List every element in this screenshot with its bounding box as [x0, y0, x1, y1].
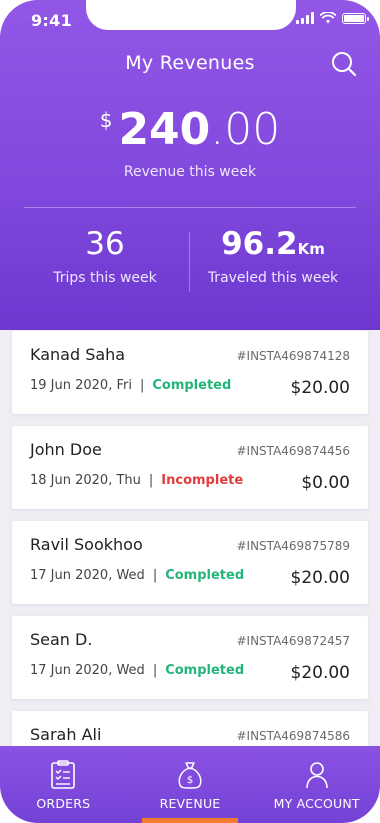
- search-icon[interactable]: [330, 50, 358, 78]
- meta-separator: |: [152, 663, 158, 678]
- trips-stat: 36 Trips this week: [40, 226, 170, 286]
- trip-card[interactable]: Sean D. #INSTA469872457 17 Jun 2020, Wed…: [12, 616, 368, 699]
- trip-card[interactable]: Ravil Sookhoo #INSTA469875789 17 Jun 202…: [12, 521, 368, 604]
- trip-order-id: #INSTA469874586: [236, 729, 350, 743]
- nav-revenue[interactable]: $ REVENUE: [127, 746, 254, 823]
- trip-order-id: #INSTA469874128: [236, 349, 350, 363]
- svg-text:$: $: [187, 775, 193, 786]
- trip-amount: $20.00: [290, 378, 350, 398]
- trip-date: 17 Jun 2020, Wed: [30, 568, 145, 583]
- distance-value: 96.2: [221, 226, 298, 262]
- weekly-revenue-amount: $240.00: [0, 104, 380, 155]
- trip-status: Completed: [152, 378, 232, 393]
- trips-label: Trips this week: [53, 270, 157, 286]
- meta-separator: |: [148, 473, 154, 488]
- battery-icon: [342, 12, 369, 24]
- revenue-label: Revenue this week: [123, 164, 257, 180]
- trip-date: 17 Jun 2020, Wed: [30, 663, 145, 678]
- revenue-header: 9:41 My Revenues $240.00 Revenue this we…: [0, 0, 380, 330]
- trip-order-id: #INSTA469875789: [236, 539, 350, 553]
- device-notch: [86, 0, 296, 30]
- trip-amount: $0.00: [301, 473, 350, 493]
- distance-stat: 96.2Km Traveled this week: [200, 226, 346, 286]
- trip-date: 18 Jun 2020, Thu: [30, 473, 141, 488]
- trip-meta: 18 Jun 2020, Thu | Incomplete: [30, 473, 243, 488]
- trip-order-id: #INSTA469874456: [236, 444, 350, 458]
- trip-customer-name: Sean D.: [30, 630, 93, 649]
- trip-amount: $20.00: [290, 568, 350, 588]
- stat-divider: [189, 232, 190, 292]
- trip-date: 19 Jun 2020, Fri: [30, 378, 132, 393]
- meta-separator: |: [139, 378, 145, 393]
- revenue-bag-icon: $: [178, 762, 202, 789]
- account-icon: [305, 762, 328, 789]
- trip-status: Incomplete: [161, 473, 244, 488]
- trip-customer-name: Sarah Ali: [30, 725, 102, 744]
- trip-customer-name: Kanad Saha: [30, 345, 126, 364]
- header-divider: [24, 207, 356, 208]
- app-screen: 9:41 My Revenues $240.00 Revenue this we…: [0, 0, 380, 823]
- trip-amount: $20.00: [290, 663, 350, 683]
- signal-icon: [296, 12, 314, 24]
- status-icons: [296, 12, 369, 24]
- revenue-whole: 240: [118, 104, 211, 155]
- wifi-icon: [320, 12, 336, 24]
- trip-card[interactable]: Kanad Saha #INSTA469874128 19 Jun 2020, …: [12, 331, 368, 414]
- page-title: My Revenues: [125, 52, 255, 74]
- currency-symbol: $: [99, 108, 113, 132]
- distance-label: Traveled this week: [207, 270, 339, 286]
- active-tab-indicator: [142, 818, 238, 823]
- bottom-navigation: ORDERS $ REVENUE MY ACCOUNT: [0, 746, 380, 823]
- nav-orders[interactable]: ORDERS: [0, 746, 127, 823]
- trip-status: Completed: [165, 568, 245, 583]
- trip-meta: 19 Jun 2020, Fri | Completed: [30, 378, 231, 393]
- nav-orders-label: ORDERS: [36, 796, 91, 811]
- trip-order-id: #INSTA469872457: [236, 634, 350, 648]
- trip-card[interactable]: John Doe #INSTA469874456 18 Jun 2020, Th…: [12, 426, 368, 509]
- trip-meta: 17 Jun 2020, Wed | Completed: [30, 663, 244, 678]
- nav-account-label: MY ACCOUNT: [273, 796, 360, 811]
- meta-separator: |: [152, 568, 158, 583]
- status-time: 9:41: [31, 11, 72, 30]
- trips-value: 36: [85, 226, 125, 262]
- nav-my-account[interactable]: MY ACCOUNT: [253, 746, 380, 823]
- trip-status: Completed: [165, 663, 245, 678]
- trip-meta: 17 Jun 2020, Wed | Completed: [30, 568, 244, 583]
- orders-icon: [51, 760, 76, 789]
- revenue-fraction: .00: [210, 104, 281, 155]
- trip-customer-name: John Doe: [30, 440, 102, 459]
- trip-customer-name: Ravil Sookhoo: [30, 535, 143, 554]
- distance-unit: Km: [297, 240, 325, 258]
- nav-revenue-label: REVENUE: [159, 796, 221, 811]
